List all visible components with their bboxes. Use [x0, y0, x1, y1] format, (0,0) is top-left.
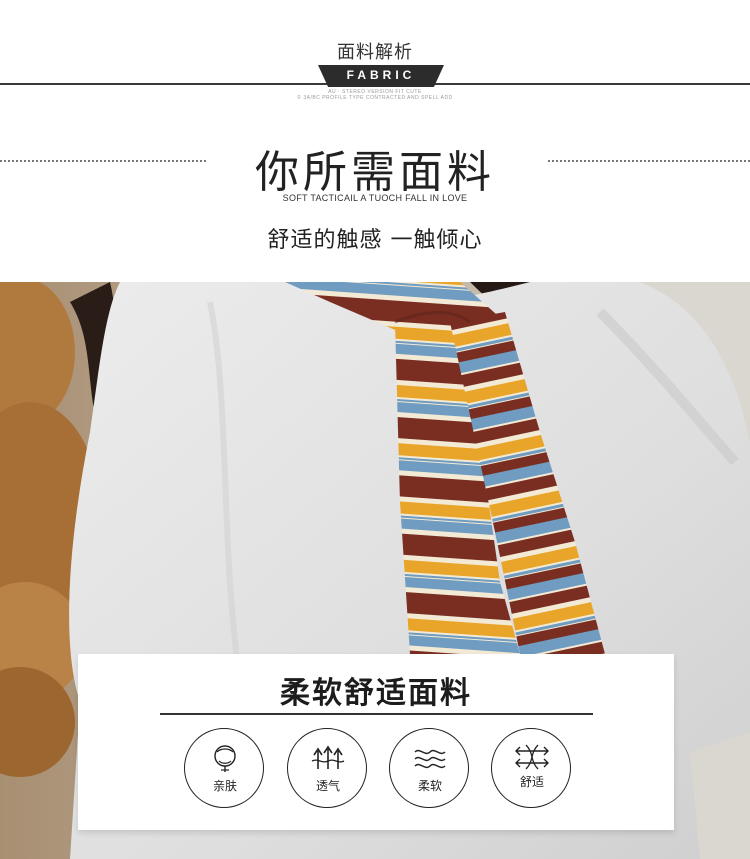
fabric-header: 面料解析 FABRIC AU · STEREO VERSION FIT CUTE… — [0, 0, 750, 282]
cotton-flower-icon — [214, 745, 236, 772]
feature-skin-friendly: 亲肤 — [184, 728, 264, 808]
comfort-arrows-icon — [515, 744, 549, 770]
feature-breathable: 透气 — [287, 728, 367, 808]
breathable-arrows-icon — [311, 745, 345, 769]
feature-label: 透气 — [315, 779, 340, 793]
feature-label: 舒适 — [519, 775, 544, 789]
feature-label: 柔软 — [417, 779, 442, 793]
fabric-features-card: 柔软舒适面料 亲肤 透气 柔软 舒适 — [78, 654, 674, 830]
feature-label: 亲肤 — [212, 779, 237, 793]
chinese-subtitle: 舒适的触感 一触倾心 — [267, 228, 483, 253]
english-subtitle: SOFT TACTICAIL A TUOCH FALL IN LOVE — [282, 193, 468, 203]
section-title: 面料解析 — [337, 42, 413, 63]
feature-comfort: 舒适 — [491, 728, 571, 808]
card-divider — [160, 713, 593, 715]
card-title: 柔软舒适面料 — [280, 676, 472, 711]
main-title: 你所需面料 — [255, 147, 495, 198]
fine-print-2: © 3A/BC PROFILE TYPE CONTRACTED AND SPEL… — [297, 95, 453, 101]
fabric-ribbon-label: FABRIC — [346, 68, 416, 82]
wave-lines-icon — [414, 749, 446, 769]
feature-soft: 柔软 — [389, 728, 469, 808]
